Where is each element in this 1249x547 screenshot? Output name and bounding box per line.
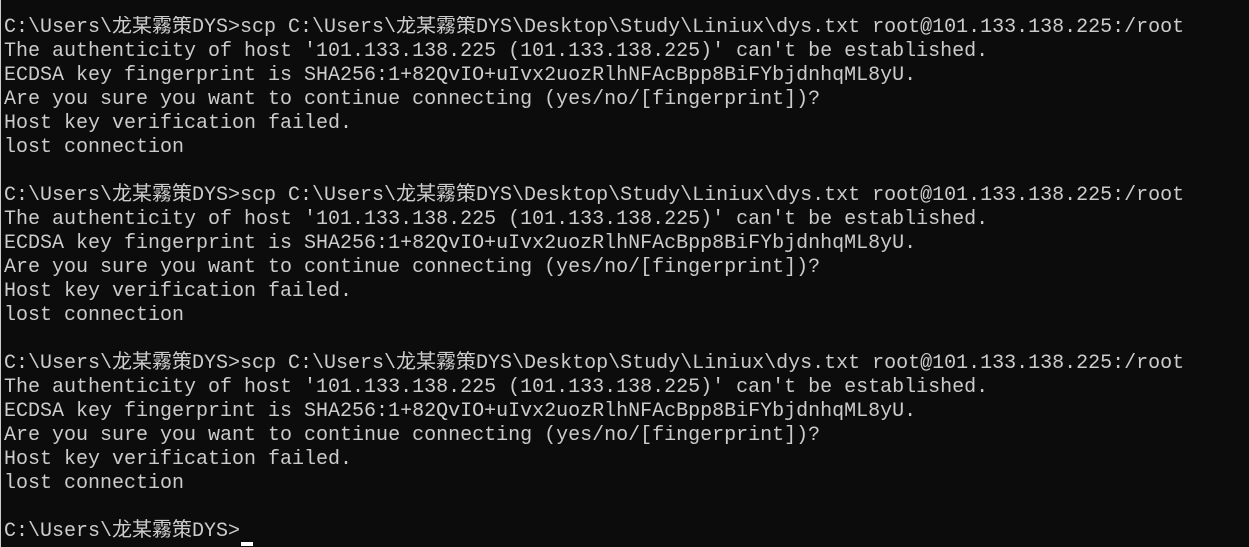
command-input-line[interactable]: C:\Users\龙某霧策DYS> <box>4 520 1244 546</box>
terminal-line: Are you sure you want to continue connec… <box>4 256 821 279</box>
terminal-window[interactable]: C:\Users\龙某霧策DYS>scp C:\Users\龙某霧策DYS\De… <box>0 0 1249 547</box>
terminal-line: The authenticity of host '101.133.138.22… <box>4 40 989 63</box>
terminal-line: lost connection <box>4 304 185 327</box>
terminal-line: lost connection <box>4 472 185 495</box>
terminal-line: Are you sure you want to continue connec… <box>4 88 821 111</box>
terminal-output: C:\Users\龙某霧策DYS>scp C:\Users\龙某霧策DYS\De… <box>4 16 1244 546</box>
terminal-line: Host key verification failed. <box>4 112 353 135</box>
command-prompt: C:\Users\龙某霧策DYS> <box>4 520 241 543</box>
terminal-line: C:\Users\龙某霧策DYS>scp C:\Users\龙某霧策DYS\De… <box>4 184 1185 207</box>
terminal-line: The authenticity of host '101.133.138.22… <box>4 208 989 231</box>
terminal-line: ECDSA key fingerprint is SHA256:1+82QvIO… <box>4 64 917 87</box>
terminal-line: C:\Users\龙某霧策DYS>scp C:\Users\龙某霧策DYS\De… <box>4 352 1185 375</box>
text-cursor <box>241 542 254 546</box>
terminal-line: Are you sure you want to continue connec… <box>4 424 821 447</box>
terminal-line: ECDSA key fingerprint is SHA256:1+82QvIO… <box>4 232 917 255</box>
terminal-line: Host key verification failed. <box>4 280 353 303</box>
terminal-line: Host key verification failed. <box>4 448 353 471</box>
terminal-line: lost connection <box>4 136 185 159</box>
terminal-line: C:\Users\龙某霧策DYS>scp C:\Users\龙某霧策DYS\De… <box>4 16 1185 39</box>
terminal-line: ECDSA key fingerprint is SHA256:1+82QvIO… <box>4 400 917 423</box>
terminal-line: The authenticity of host '101.133.138.22… <box>4 376 989 399</box>
